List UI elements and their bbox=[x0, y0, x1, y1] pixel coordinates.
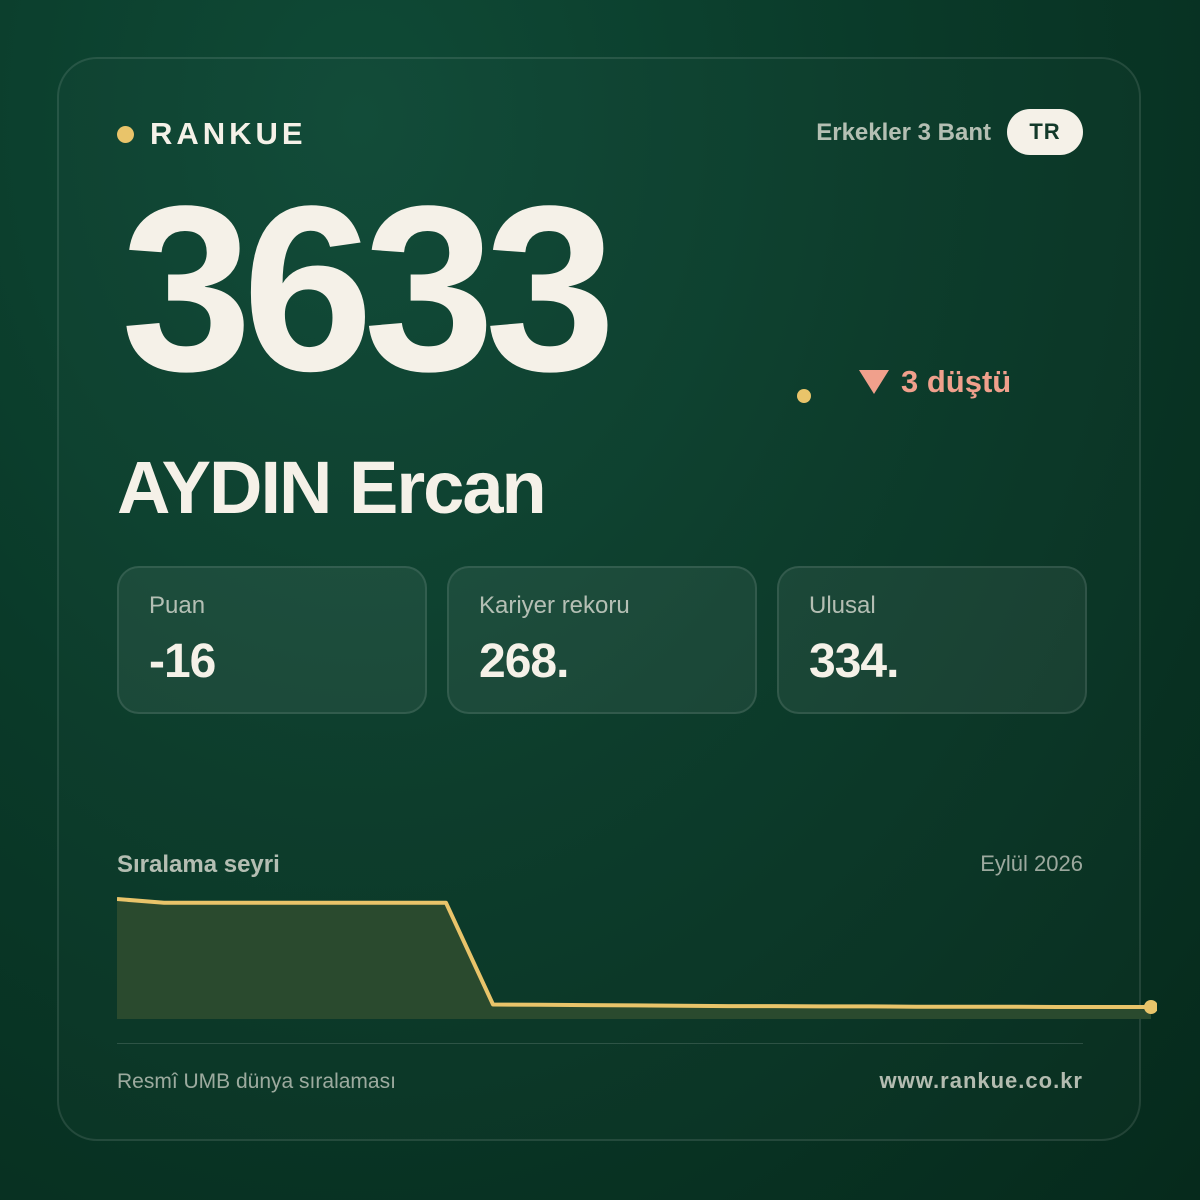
stat-value: -16 bbox=[149, 635, 216, 688]
trend-title: Sıralama seyri bbox=[117, 851, 280, 878]
player-name: AYDIN Ercan bbox=[117, 446, 547, 529]
trend-area bbox=[117, 899, 1151, 1019]
stat-value: 268. bbox=[479, 635, 569, 688]
trend-date: Eylül 2026 bbox=[980, 851, 1083, 876]
brand-name: RANKUE bbox=[150, 116, 307, 151]
rank-change: 3 düştü bbox=[859, 364, 1011, 400]
stat-card-points: Puan -16 bbox=[117, 566, 427, 714]
stat-label: Puan bbox=[149, 592, 206, 619]
category-label: Erkekler 3 Bant bbox=[816, 119, 991, 146]
brand-dot-icon bbox=[117, 125, 134, 143]
ranking-card: RANKUE Erkekler 3 Bant TR 3633 3 düştü A… bbox=[57, 57, 1157, 1141]
triangle-down-icon bbox=[859, 370, 889, 394]
stat-card-national: Ulusal 334. bbox=[777, 566, 1087, 714]
ranking-trend-chart bbox=[117, 897, 1157, 1019]
rank-change-text: 3 düştü bbox=[901, 364, 1012, 399]
brand: RANKUE bbox=[117, 116, 307, 152]
rank-dot-icon bbox=[797, 389, 811, 403]
country-badge: TR bbox=[1007, 109, 1083, 155]
stat-label: Ulusal bbox=[809, 592, 876, 619]
footer-source: Resmî UMB dünya sıralaması bbox=[117, 1070, 396, 1093]
footer-website[interactable]: www.rankue.co.kr bbox=[880, 1068, 1083, 1094]
rank-number: 3633 bbox=[121, 157, 616, 421]
stat-card-career-best: Kariyer rekoru 268. bbox=[447, 566, 757, 714]
stat-value: 334. bbox=[809, 635, 899, 688]
stat-label: Kariyer rekoru bbox=[479, 592, 630, 619]
footer-divider bbox=[117, 1043, 1083, 1044]
